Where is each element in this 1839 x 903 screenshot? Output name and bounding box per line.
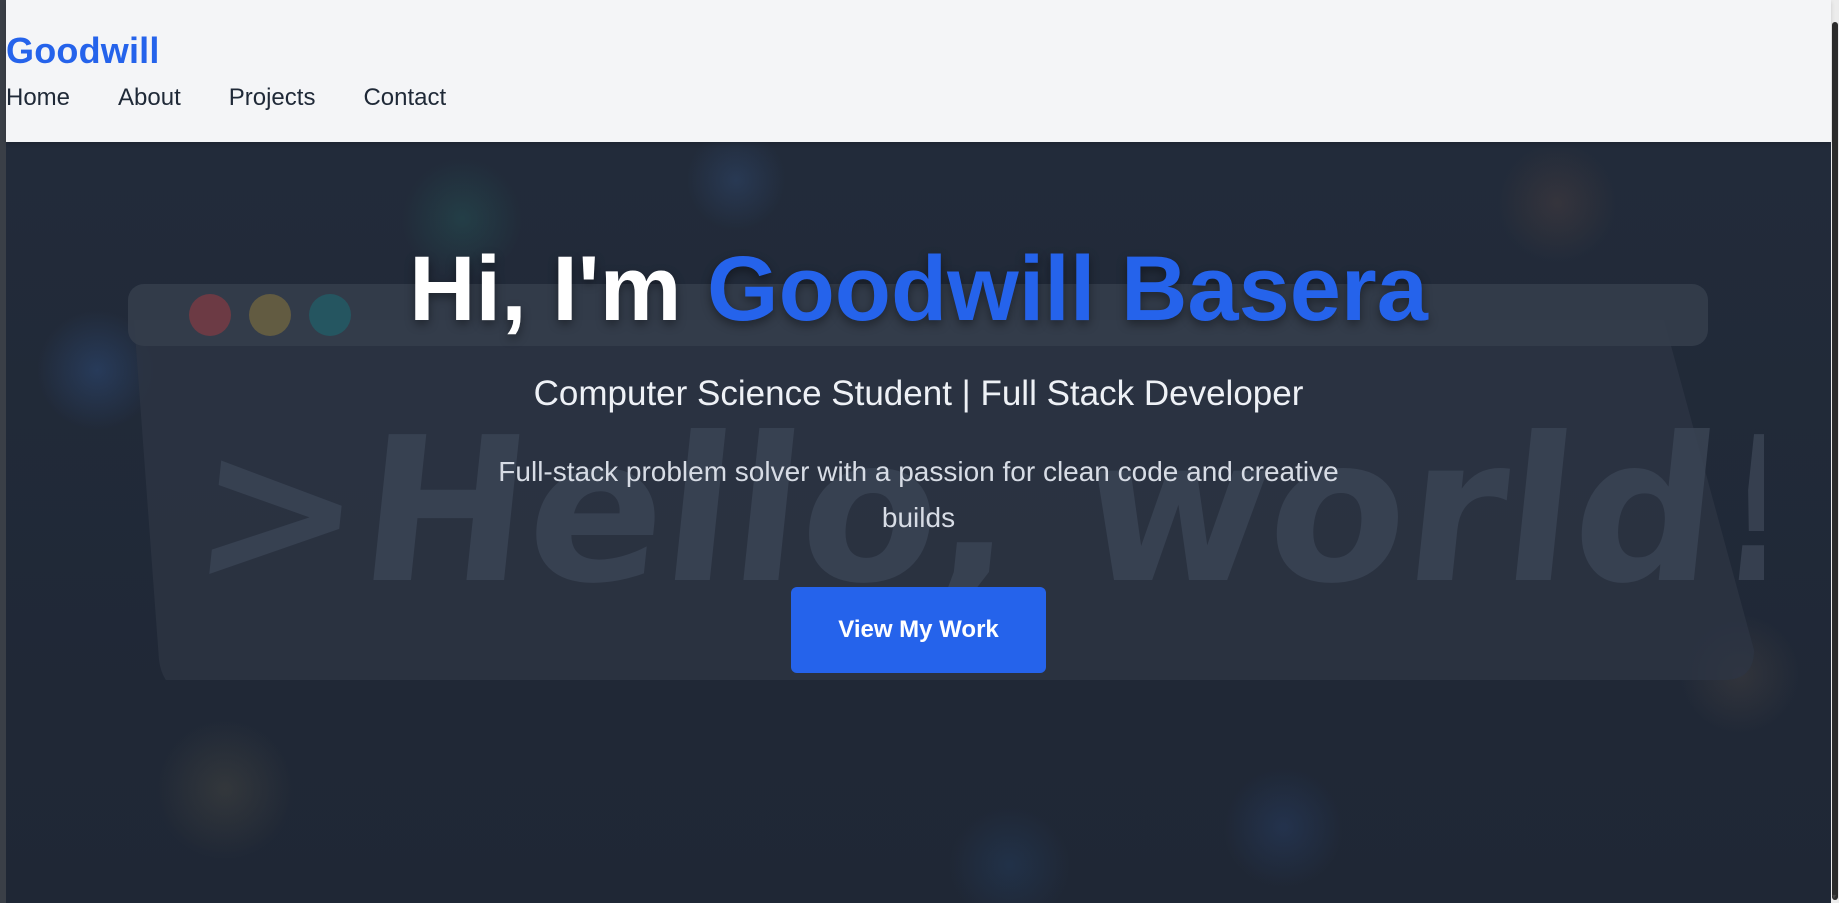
brand-logo[interactable]: Goodwill [6,30,160,72]
nav-link-about[interactable]: About [118,84,181,112]
hero-title: Hi, I'm Goodwill Basera [6,237,1831,342]
hero-content: Hi, I'm Goodwill Basera Computer Science… [6,142,1831,903]
nav-link-projects[interactable]: Projects [229,84,316,112]
scrollbar-track[interactable]: ▾ [1831,0,1839,903]
site-header: Goodwill Home About Projects Contact [6,0,1831,142]
scroll-down-arrow-icon[interactable]: ▾ [1832,893,1838,901]
hero-title-name: Goodwill Basera [707,238,1428,340]
main-nav: Home About Projects Contact [6,84,446,112]
scrollbar-thumb[interactable] [1832,22,1838,900]
hero-title-prefix: Hi, I'm [409,238,708,340]
nav-link-home[interactable]: Home [6,84,70,112]
view-my-work-button[interactable]: View My Work [791,587,1046,673]
hero-description: Full-stack problem solver with a passion… [498,456,1339,533]
nav-link-contact[interactable]: Contact [363,84,446,112]
hero-subtitle: Computer Science Student | Full Stack De… [533,374,1304,413]
browser-viewport: Goodwill Home About Projects Contact >He… [0,0,1839,903]
